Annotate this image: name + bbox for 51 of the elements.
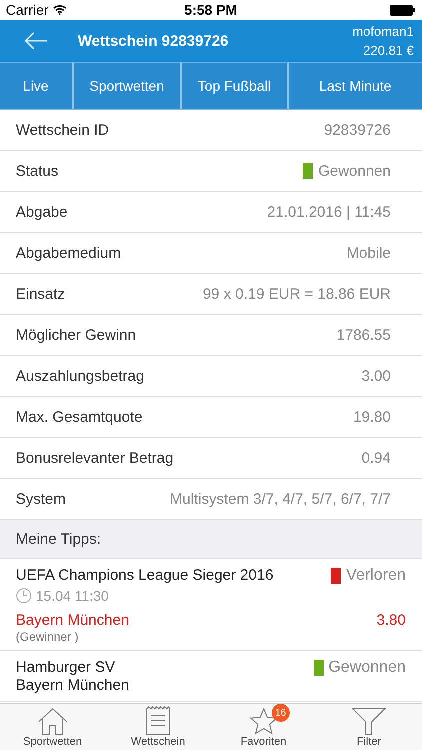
detail-value: 92839726 <box>324 122 391 138</box>
tab-bar-item[interactable]: 16 Favoriten <box>211 704 316 750</box>
filter-icon <box>352 708 386 736</box>
detail-label: Auszahlungsbetrag <box>16 368 144 384</box>
battery-icon <box>390 4 416 16</box>
nav-tab[interactable]: Top Fußball <box>182 63 289 109</box>
event-name: Hamburger SV <box>16 659 116 677</box>
detail-value: 99 x 0.19 EUR = 18.86 EUR <box>202 286 391 302</box>
detail-value: Mobile <box>346 244 391 262</box>
tab-bar-item[interactable]: Wettschein <box>106 704 211 750</box>
pick-note: (Gewinner ) <box>16 630 79 644</box>
event-time: 15.04 11:30 <box>36 588 109 604</box>
detail-label: Abgabe <box>16 204 68 220</box>
detail-label: Bonusrelevanter Betrag <box>16 450 174 466</box>
tip-status: Gewonnen <box>328 659 406 677</box>
detail-value: Gewonnen <box>318 162 391 180</box>
window-title: Wettschein 92839726 <box>78 32 229 50</box>
tab-bar-item[interactable]: Sportwetten <box>0 704 106 750</box>
detail-value: 0.94 <box>362 450 391 466</box>
back-arrow-icon[interactable] <box>24 32 48 50</box>
detail-value: Multisystem 3/7, 4/7, 5/7, 6/7, 7/7 <box>170 490 391 508</box>
detail-label: Max. Gesamtquote <box>16 408 143 426</box>
clock-time: 5:58 PM <box>184 2 238 18</box>
wifi-icon <box>52 5 67 15</box>
detail-label: Status <box>16 162 59 180</box>
nav-tab[interactable]: Last Minute <box>289 63 422 109</box>
clock-icon <box>16 588 32 604</box>
detail-label: Abgabemedium <box>16 244 122 262</box>
balance: 220.81 € <box>363 42 414 60</box>
odds-value: 3.80 <box>376 612 406 629</box>
notepad-icon <box>146 706 170 736</box>
tab-bar-item[interactable]: Filter <box>316 704 422 750</box>
star-icon <box>250 708 278 736</box>
detail-label: Wettschein ID <box>16 122 110 138</box>
detail-label: Möglicher Gewinn <box>16 326 136 344</box>
count-badge: 16 <box>272 704 290 722</box>
section-title: Meine Tipps: <box>16 530 102 548</box>
detail-value: 3.00 <box>362 368 391 384</box>
pick-name: Bayern München <box>16 612 130 629</box>
nav-tab[interactable]: Sportwetten <box>74 63 182 109</box>
tip-status: Verloren <box>346 567 406 585</box>
nav-tab[interactable]: Live <box>0 63 74 109</box>
username: mofoman1 <box>352 23 414 41</box>
detail-label: Einsatz <box>16 286 66 302</box>
detail-value: 19.80 <box>353 408 391 426</box>
event-name: Bayern München <box>16 677 130 695</box>
detail-value: 21.01.2016 | 11:45 <box>267 204 391 220</box>
detail-label: System <box>16 490 66 508</box>
carrier-label: Carrier <box>6 2 49 18</box>
event-name: UEFA Champions League Sieger 2016 <box>16 567 274 585</box>
detail-value: 1786.55 <box>336 326 391 344</box>
